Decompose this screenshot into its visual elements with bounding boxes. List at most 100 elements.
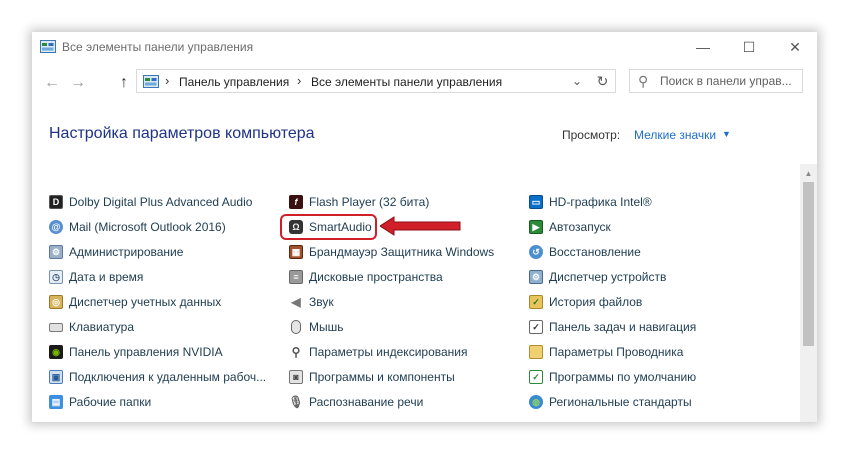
file-history-icon: ✓ xyxy=(529,295,543,309)
cp-item-firewall[interactable]: ▦ Брандмауэр Защитника Windows xyxy=(289,242,494,262)
microphone-icon: 🎙︎ xyxy=(288,395,304,409)
close-button[interactable]: ✕ xyxy=(772,32,817,62)
cp-item-label: Мышь xyxy=(309,320,344,334)
cp-item-label: Диспетчер устройств xyxy=(549,270,667,284)
vertical-scrollbar[interactable]: ▲ xyxy=(800,164,817,422)
control-panel-icon xyxy=(40,40,56,53)
work-folders-icon: ▤ xyxy=(49,395,63,409)
cp-item-credential-manager[interactable]: ◎ Диспетчер учетных данных xyxy=(49,292,221,312)
cp-item-indexing[interactable]: ⚲ Параметры индексирования xyxy=(289,342,467,362)
maximize-button[interactable]: ☐ xyxy=(726,32,772,62)
remote-connection-icon: ▣ xyxy=(49,370,63,384)
cp-item-label: Dolby Digital Plus Advanced Audio xyxy=(69,195,253,209)
breadcrumb-separator: › xyxy=(165,73,170,88)
cp-item-storage-spaces[interactable]: ≡ Дисковые пространства xyxy=(289,267,443,287)
chevron-down-icon[interactable]: ▼ xyxy=(722,129,731,139)
search-icon: ⚲ xyxy=(638,73,649,89)
cp-item-intel-graphics[interactable]: ▭ HD-графика Intel® xyxy=(529,192,652,212)
back-button[interactable]: ← xyxy=(42,73,62,93)
cp-item-mouse[interactable]: Мышь xyxy=(289,317,344,337)
cp-item-work-folders[interactable]: ▤ Рабочие папки xyxy=(49,392,151,412)
cp-item-label: Программы и компоненты xyxy=(309,370,455,384)
cp-item-label: Восстановление xyxy=(549,245,641,259)
autoplay-icon: ▶ xyxy=(529,220,543,234)
mouse-icon xyxy=(291,320,301,334)
intel-graphics-icon: ▭ xyxy=(529,195,543,209)
cp-item-nvidia[interactable]: ◉ Панель управления NVIDIA xyxy=(49,342,223,362)
cp-item-dolby[interactable]: D Dolby Digital Plus Advanced Audio xyxy=(49,192,252,212)
cp-item-remote-connections[interactable]: ▣ Подключения к удаленным рабоч... xyxy=(49,367,266,387)
storage-spaces-icon: ≡ xyxy=(289,270,303,284)
refresh-button[interactable]: ↻ xyxy=(590,69,616,93)
forward-button[interactable]: → xyxy=(68,73,88,93)
cp-item-flash-player[interactable]: f Flash Player (32 бита) xyxy=(289,192,429,212)
cp-item-label: Программы по умолчанию xyxy=(549,370,697,384)
cp-item-label: Рабочие папки xyxy=(69,395,152,409)
cp-item-autoplay[interactable]: ▶ Автозапуск xyxy=(529,217,611,237)
cp-item-explorer-options[interactable]: Параметры Проводника xyxy=(529,342,683,362)
recovery-icon: ↺ xyxy=(529,245,543,259)
default-programs-icon: ✓ xyxy=(529,370,543,384)
cp-item-label: Клавиатура xyxy=(69,320,134,334)
cp-item-recovery[interactable]: ↺ Восстановление xyxy=(529,242,641,262)
scroll-thumb[interactable] xyxy=(803,182,814,346)
cp-item-speech-recognition[interactable]: 🎙︎ Распознавание речи xyxy=(288,392,423,412)
breadcrumb-separator: › xyxy=(297,73,302,88)
cp-item-label: Дата и время xyxy=(69,270,144,284)
cp-item-label: Автозапуск xyxy=(549,220,611,234)
cp-item-label: Администрирование xyxy=(69,245,184,259)
cp-item-mail[interactable]: @ Mail (Microsoft Outlook 2016) xyxy=(49,217,226,237)
view-by-label: Просмотр: xyxy=(562,128,621,142)
up-button[interactable]: ↑ xyxy=(114,73,134,93)
nvidia-icon: ◉ xyxy=(49,345,63,359)
cp-item-label: Подключения к удаленным рабоч... xyxy=(69,370,267,384)
keyboard-icon xyxy=(49,322,63,332)
breadcrumb-all-items[interactable]: Все элементы панели управления xyxy=(311,75,502,89)
cp-item-label: Брандмауэр Защитника Windows xyxy=(309,245,495,259)
cp-item-label: HD-графика Intel® xyxy=(549,195,652,209)
minimize-button[interactable]: — xyxy=(680,32,726,62)
title-bar[interactable]: Все элементы панели управления — ☐ ✕ xyxy=(32,32,817,62)
cp-item-date-time[interactable]: ◷ Дата и время xyxy=(49,267,143,287)
view-by-dropdown[interactable]: Мелкие значки xyxy=(634,128,716,142)
credential-vault-icon: ◎ xyxy=(49,295,63,309)
search-input[interactable] xyxy=(660,70,800,92)
admin-tools-icon: ⚙ xyxy=(49,245,63,259)
search-box[interactable]: ⚲ xyxy=(629,69,803,93)
breadcrumb-control-panel[interactable]: Панель управления xyxy=(179,75,289,89)
address-bar[interactable]: › Панель управления › Все элементы панел… xyxy=(136,69,616,93)
cp-item-region[interactable]: ◍ Региональные стандарты xyxy=(529,392,692,412)
cp-item-label: Параметры Проводника xyxy=(549,345,684,359)
cp-item-taskbar[interactable]: ✓ Панель задач и навигация xyxy=(529,317,696,337)
cp-item-administration[interactable]: ⚙ Администрирование xyxy=(49,242,183,262)
mail-icon: @ xyxy=(49,220,63,234)
control-panel-window: Все элементы панели управления — ☐ ✕ ← →… xyxy=(32,32,817,422)
cp-item-default-programs[interactable]: ✓ Программы по умолчанию xyxy=(529,367,696,387)
firewall-icon: ▦ xyxy=(289,245,303,259)
cp-item-label: Звук xyxy=(309,295,334,309)
control-panel-icon xyxy=(143,75,159,88)
indexing-icon: ⚲ xyxy=(289,345,303,359)
cp-item-label: Flash Player (32 бита) xyxy=(309,195,430,209)
cp-item-file-history[interactable]: ✓ История файлов xyxy=(529,292,642,312)
pointer-arrow-icon xyxy=(380,216,461,236)
page-title: Настройка параметров компьютера xyxy=(49,125,315,142)
clock-icon: ◷ xyxy=(49,270,63,284)
cp-item-keyboard[interactable]: Клавиатура xyxy=(49,317,134,337)
flash-icon: f xyxy=(289,195,303,209)
programs-icon: ◙ xyxy=(289,370,303,384)
explorer-options-icon xyxy=(529,345,543,359)
cp-item-sound[interactable]: ◀ Звук xyxy=(289,292,334,312)
cp-item-label: История файлов xyxy=(549,295,643,309)
cp-item-label: Панель задач и навигация xyxy=(549,320,697,334)
speaker-icon: ◀ xyxy=(289,295,303,309)
taskbar-icon: ✓ xyxy=(529,320,543,334)
window-title: Все элементы панели управления xyxy=(62,40,254,54)
scroll-up-arrow-icon[interactable]: ▲ xyxy=(800,166,817,180)
cp-item-programs[interactable]: ◙ Программы и компоненты xyxy=(289,367,455,387)
cp-item-label: Региональные стандарты xyxy=(549,395,692,409)
cp-item-device-manager[interactable]: ⚙ Диспетчер устройств xyxy=(529,267,666,287)
address-history-dropdown[interactable]: ⌄ xyxy=(567,71,587,91)
cp-item-label: Параметры индексирования xyxy=(309,345,468,359)
smartaudio-highlight-frame xyxy=(280,214,377,240)
